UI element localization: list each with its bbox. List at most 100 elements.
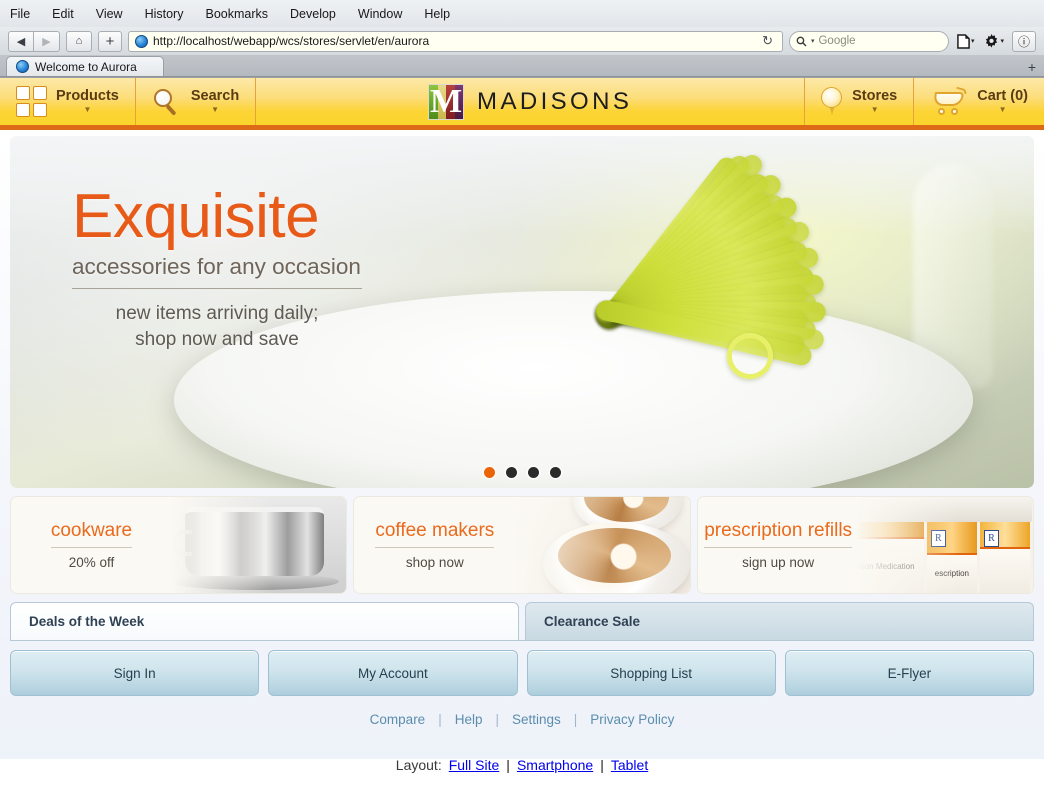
- promo-card-prescription-refills[interactable]: prescription refills sign up now iption …: [696, 496, 1034, 594]
- layout-switcher: Layout: Full Site | Smartphone | Tablet: [0, 757, 1044, 773]
- carousel-dot-4[interactable]: [549, 467, 561, 478]
- nav-item-stores[interactable]: Stores ▼: [804, 78, 913, 125]
- nav-item-products-label: Products: [56, 87, 119, 104]
- carousel-dot-1[interactable]: [483, 467, 495, 478]
- browser-chrome: File Edit View History Bookmarks Develop…: [0, 0, 1044, 78]
- footer-links: Compare | Help | Settings | Privacy Poli…: [0, 712, 1044, 727]
- menu-develop[interactable]: Develop: [290, 7, 336, 21]
- hero-banner[interactable]: Exquisite accessories for any occasion n…: [10, 136, 1034, 488]
- home-button[interactable]: ⌂: [66, 30, 92, 52]
- e-flyer-button[interactable]: E-Flyer: [784, 650, 1034, 696]
- settings-caret-icon: ▾: [1000, 38, 1004, 45]
- chevron-down-icon: ▼: [870, 104, 879, 114]
- hero-subtitle: accessories for any occasion: [72, 254, 362, 289]
- hero-title: Exquisite: [72, 182, 320, 251]
- brand-name: MADISONS: [477, 87, 633, 115]
- tab-deals-of-the-week[interactable]: Deals of the Week: [10, 602, 519, 640]
- carousel-dot-3[interactable]: [527, 467, 539, 478]
- promo-copy: prescription refills sign up now: [698, 497, 859, 593]
- reload-icon[interactable]: ↻: [759, 33, 776, 49]
- promo-image-fade: [158, 497, 273, 593]
- footer-separator: |: [573, 712, 578, 727]
- map-pin-icon: [821, 86, 843, 117]
- quick-action-buttons: Sign In My Account Shopping List E-Flyer: [10, 650, 1034, 696]
- menu-help[interactable]: Help: [424, 7, 450, 21]
- promo-subtitle: 20% off: [68, 555, 115, 570]
- promo-card-coffee-makers[interactable]: coffee makers shop now: [353, 496, 691, 594]
- layout-link-smartphone[interactable]: Smartphone: [517, 757, 593, 773]
- footer-link-privacy-policy[interactable]: Privacy Policy: [590, 712, 674, 727]
- reader-button[interactable]: ⓘ: [1012, 30, 1036, 52]
- tab-favicon-icon: [16, 60, 29, 73]
- menu-edit[interactable]: Edit: [52, 7, 74, 21]
- tab-label: Clearance Sale: [544, 614, 641, 629]
- carousel-dots: [10, 467, 1034, 478]
- shopping-list-button[interactable]: Shopping List: [526, 650, 776, 696]
- nav-item-stores-label: Stores: [852, 87, 898, 104]
- layout-link-full-site[interactable]: Full Site: [449, 757, 500, 773]
- browser-toolbar: ◀ ▶ ⌂ + http://localhost/webapp/wcs/stor…: [0, 27, 1044, 55]
- page-icon: [957, 33, 970, 49]
- footer-separator: |: [495, 712, 499, 727]
- nav-item-cart[interactable]: Cart (0) ▼: [913, 78, 1044, 125]
- new-tab-plus-icon[interactable]: +: [1028, 59, 1036, 75]
- address-bar[interactable]: http://localhost/webapp/wcs/stores/servl…: [128, 30, 783, 52]
- hero-tagline-line1: new items arriving daily;: [115, 303, 319, 324]
- menu-history[interactable]: History: [145, 7, 184, 21]
- promo-image-fade: [845, 497, 960, 593]
- forward-button[interactable]: ▶: [34, 30, 60, 52]
- browser-search-placeholder: Google: [818, 35, 856, 47]
- layout-separator: |: [506, 757, 510, 773]
- promo-row: cookware 20% off coffee makers shop now: [10, 496, 1034, 594]
- layout-switcher-label: Layout:: [395, 757, 442, 773]
- settings-button[interactable]: ▾: [982, 33, 1006, 49]
- layout-link-tablet[interactable]: Tablet: [611, 757, 648, 773]
- menu-view[interactable]: View: [96, 7, 123, 21]
- page-actions-caret-icon: ▾: [970, 38, 975, 45]
- promo-title: prescription refills: [704, 520, 853, 548]
- footer-link-settings[interactable]: Settings: [512, 712, 561, 727]
- nav-item-search[interactable]: Search ▼: [136, 78, 257, 125]
- hero-napkin-decoration: [317, 150, 911, 431]
- menu-bookmarks[interactable]: Bookmarks: [205, 7, 268, 21]
- hero-tagline-line2: shop now and save: [135, 328, 299, 350]
- footer-link-help[interactable]: Help: [455, 712, 483, 727]
- promo-copy: coffee makers shop now: [354, 497, 515, 593]
- site-navigation-bar: Products ▼ Search ▼ M MADISONS Stores ▼ …: [0, 78, 1044, 130]
- chevron-down-icon: ▼: [211, 104, 219, 114]
- tab-title: Welcome to Aurora: [35, 59, 137, 74]
- browser-search-input[interactable]: ▾ Google: [788, 30, 949, 52]
- page-actions-button[interactable]: ▾: [955, 33, 977, 49]
- shopping-cart-icon: [930, 86, 968, 115]
- nav-item-products[interactable]: Products ▼: [0, 78, 136, 125]
- chevron-down-icon: ▼: [998, 104, 1007, 114]
- promo-card-cookware[interactable]: cookware 20% off: [10, 496, 348, 594]
- hero-copy: Exquisite accessories for any occasion n…: [72, 186, 362, 352]
- promo-image-fade: [501, 497, 616, 593]
- my-account-button[interactable]: My Account: [268, 650, 518, 696]
- logo-letter: M: [430, 83, 463, 120]
- browser-tab-welcome-to-aurora[interactable]: Welcome to Aurora: [6, 56, 164, 76]
- gear-icon: [986, 33, 998, 48]
- promo-copy: cookware 20% off: [11, 497, 172, 593]
- menu-window[interactable]: Window: [358, 7, 402, 21]
- nav-item-search-label: Search: [190, 87, 240, 104]
- tab-label: Deals of the Week: [29, 614, 145, 629]
- new-tab-button[interactable]: +: [98, 30, 122, 52]
- menu-file[interactable]: File: [10, 7, 30, 21]
- search-engine-caret-icon[interactable]: ▾: [811, 37, 815, 45]
- layout-separator: |: [600, 757, 604, 773]
- address-bar-url: http://localhost/webapp/wcs/stores/servl…: [153, 34, 430, 48]
- back-button[interactable]: ◀: [8, 30, 34, 52]
- page-content: Exquisite accessories for any occasion n…: [0, 136, 1044, 773]
- tab-clearance-sale[interactable]: Clearance Sale: [525, 602, 1034, 640]
- content-tabs: Deals of the Week Clearance Sale: [10, 602, 1034, 640]
- site-favicon-icon: [135, 34, 148, 48]
- brand-logo[interactable]: M MADISONS: [428, 83, 633, 120]
- sign-in-button[interactable]: Sign In: [10, 650, 260, 696]
- carousel-dot-2[interactable]: [505, 467, 517, 478]
- madisons-logo-icon: M: [428, 83, 465, 120]
- magnifier-icon: [152, 88, 182, 116]
- browser-tabstrip: Welcome to Aurora +: [0, 55, 1044, 77]
- footer-link-compare[interactable]: Compare: [370, 712, 426, 727]
